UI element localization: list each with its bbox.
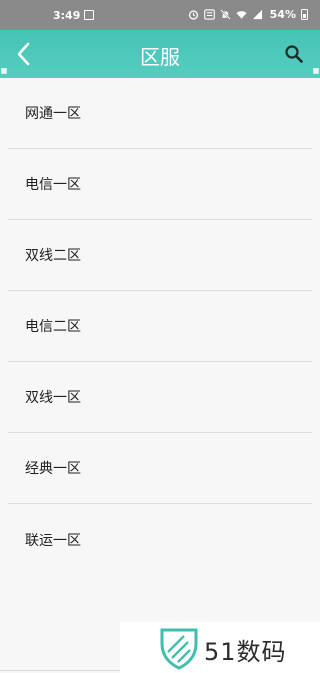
battery-percent: 54% <box>269 8 296 21</box>
list-item[interactable]: 经典一区 <box>8 433 312 504</box>
alarm-icon <box>188 10 198 20</box>
watermark: 51数码 <box>120 622 320 673</box>
list-item[interactable]: 联运一区 <box>8 504 312 575</box>
signal-4g-icon <box>252 9 262 20</box>
status-time: 3:49 <box>53 9 81 22</box>
battery-icon <box>301 9 308 20</box>
page-title: 区服 <box>140 45 180 69</box>
list-item[interactable]: 双线一区 <box>8 362 312 433</box>
mute-icon <box>219 9 231 20</box>
status-icons: 54% <box>188 8 308 21</box>
search-icon <box>285 45 303 63</box>
shield-logo-icon <box>160 628 198 670</box>
list-item[interactable]: 网通一区 <box>8 78 312 149</box>
search-button[interactable] <box>282 42 306 66</box>
list-item[interactable]: 电信二区 <box>8 291 312 362</box>
corner-marker <box>313 68 319 74</box>
watermark-text: 51数码 <box>204 638 287 666</box>
status-bar: 3:49 54% <box>0 0 320 30</box>
server-list: 网通一区 电信一区 双线二区 电信二区 双线一区 经典一区 联运一区 <box>0 78 320 575</box>
volte-icon <box>203 9 215 20</box>
wifi-icon <box>236 11 247 19</box>
list-item[interactable]: 电信一区 <box>8 149 312 220</box>
app-bar: 区服 <box>0 30 320 78</box>
corner-marker <box>1 68 7 74</box>
image-notification-icon <box>84 10 94 20</box>
list-item[interactable]: 双线二区 <box>8 220 312 291</box>
